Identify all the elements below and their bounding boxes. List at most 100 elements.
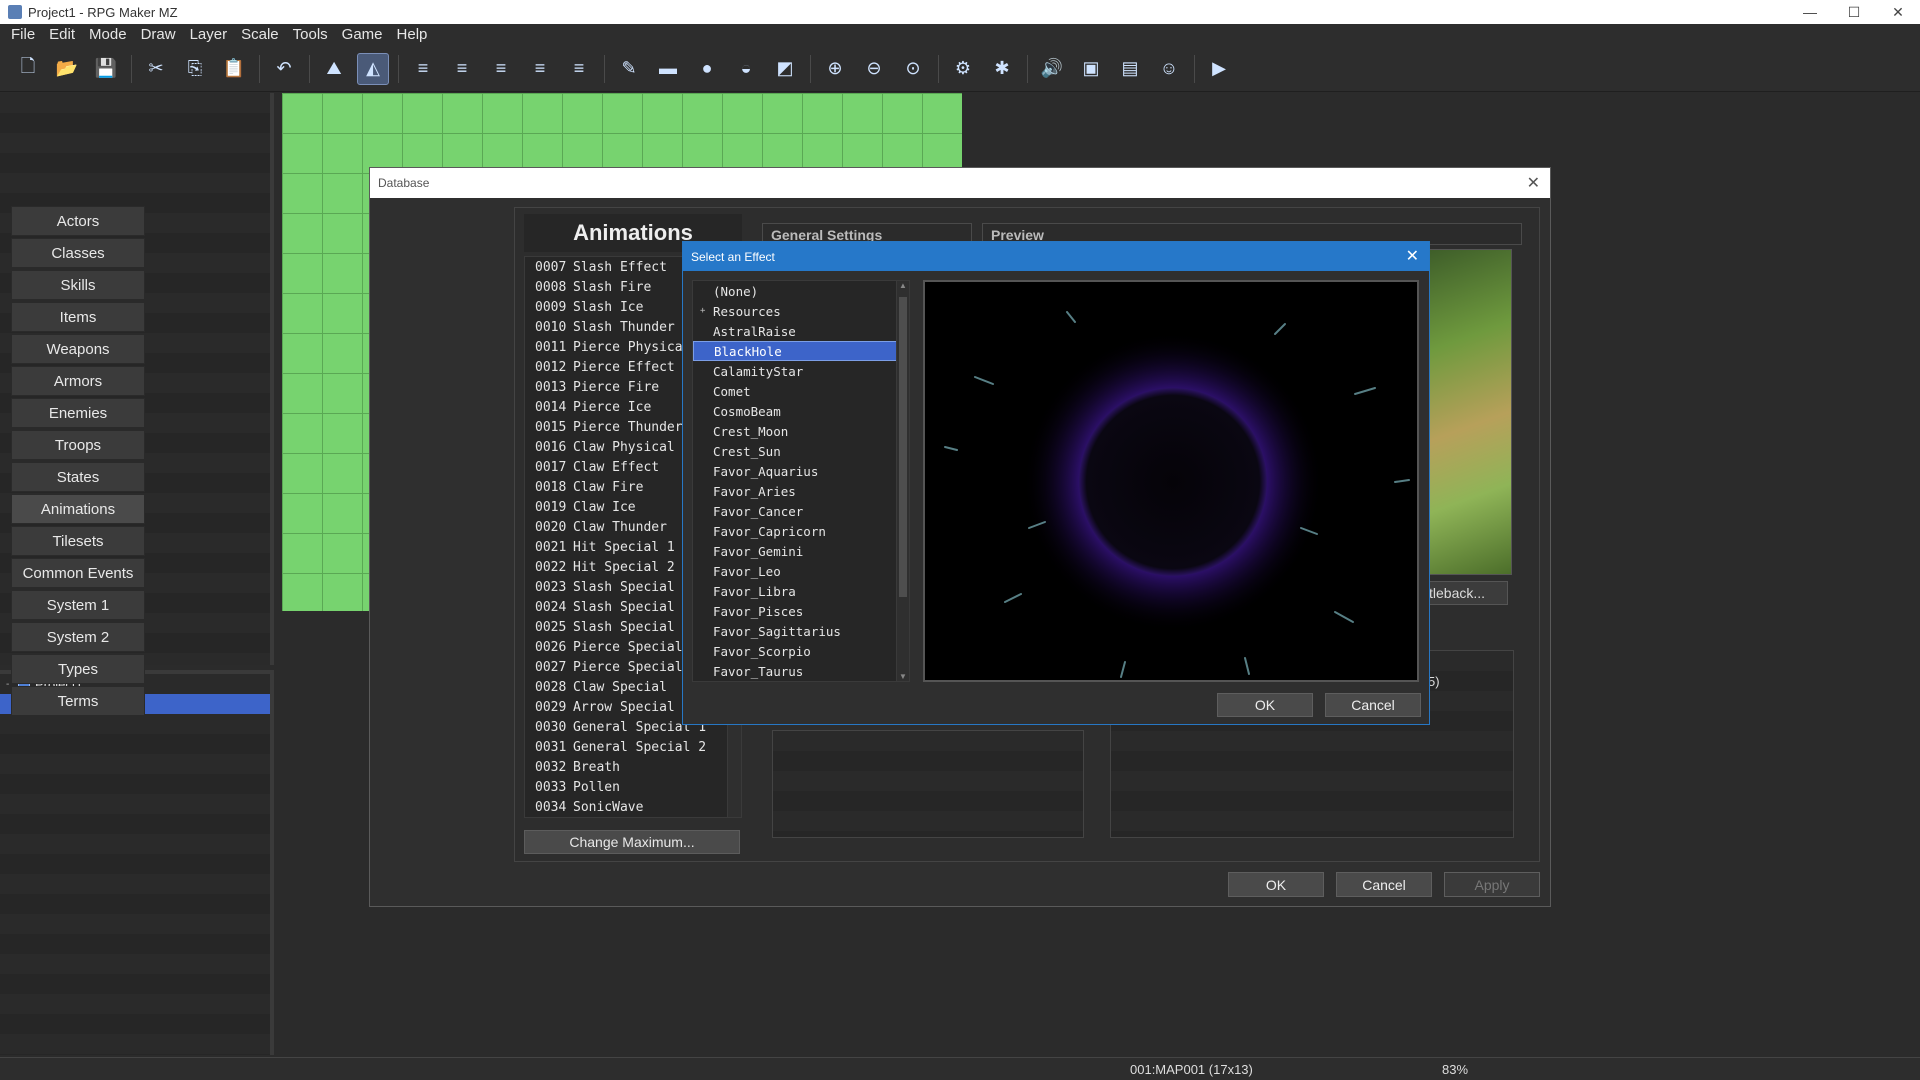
shadow-pen-icon[interactable]: ◩ bbox=[769, 53, 801, 85]
layer-auto-icon[interactable]: ≡ bbox=[563, 53, 595, 85]
list-item[interactable]: 0032 Breath bbox=[525, 757, 741, 777]
minimize-button[interactable]: — bbox=[1788, 0, 1832, 24]
resource-manager-icon[interactable]: ▤ bbox=[1114, 53, 1146, 85]
menu-file[interactable]: File bbox=[4, 24, 42, 46]
effect-list-item[interactable]: Favor_Scorpio bbox=[693, 641, 897, 661]
copy-icon[interactable]: ⎘ bbox=[179, 53, 211, 85]
zoom-in-icon[interactable]: ⊕ bbox=[819, 53, 851, 85]
list-item[interactable]: 0033 Pollen bbox=[525, 777, 741, 797]
menu-mode[interactable]: Mode bbox=[82, 24, 134, 46]
layer-3-icon[interactable]: ≡ bbox=[485, 53, 517, 85]
pencil-icon[interactable]: ✎ bbox=[613, 53, 645, 85]
effect-list-item[interactable]: CalamityStar bbox=[693, 361, 897, 381]
category-enemies[interactable]: Enemies bbox=[11, 398, 145, 428]
character-generator-icon[interactable]: ☺ bbox=[1153, 53, 1185, 85]
category-classes[interactable]: Classes bbox=[11, 238, 145, 268]
effect-cancel-button[interactable]: Cancel bbox=[1325, 693, 1421, 717]
category-troops[interactable]: Troops bbox=[11, 430, 145, 460]
layer-1-icon[interactable]: ≡ bbox=[407, 53, 439, 85]
category-armors[interactable]: Armors bbox=[11, 366, 145, 396]
animation-name: Pierce Thunder bbox=[573, 419, 683, 435]
effect-list-item[interactable]: (None) bbox=[693, 281, 897, 301]
cut-icon[interactable]: ✂ bbox=[140, 53, 172, 85]
effect-list-item[interactable]: Comet bbox=[693, 381, 897, 401]
effect-ok-button[interactable]: OK bbox=[1217, 693, 1313, 717]
effect-list-scrollbar[interactable]: ▲ ▼ bbox=[896, 281, 909, 681]
effect-list-item[interactable]: Favor_Sagittarius bbox=[693, 621, 897, 641]
effect-list-item[interactable]: Crest_Moon bbox=[693, 421, 897, 441]
effect-list-item[interactable]: CosmoBeam bbox=[693, 401, 897, 421]
close-window-button[interactable]: ✕ bbox=[1876, 0, 1920, 24]
plugin-manager-icon[interactable]: ✱ bbox=[986, 53, 1018, 85]
category-actors[interactable]: Actors bbox=[11, 206, 145, 236]
zoom-out-icon[interactable]: ⊖ bbox=[858, 53, 890, 85]
actual-size-icon[interactable]: ⊙ bbox=[897, 53, 929, 85]
paste-icon[interactable]: 📋 bbox=[218, 53, 250, 85]
effect-name: Crest_Sun bbox=[713, 443, 781, 459]
database-close-icon[interactable]: ✕ bbox=[1527, 173, 1540, 193]
effect-list-item[interactable]: Crest_Sun bbox=[693, 441, 897, 461]
category-animations[interactable]: Animations bbox=[11, 494, 145, 524]
effect-list-item[interactable]: Favor_Libra bbox=[693, 581, 897, 601]
scroll-down-icon[interactable]: ▼ bbox=[899, 672, 907, 681]
layer-2-icon[interactable]: ≡ bbox=[446, 53, 478, 85]
event-mode-icon[interactable]: ◭ bbox=[357, 52, 389, 85]
category-skills[interactable]: Skills bbox=[11, 270, 145, 300]
database-cancel-button[interactable]: Cancel bbox=[1336, 872, 1432, 897]
category-items[interactable]: Items bbox=[11, 302, 145, 332]
scroll-up-icon[interactable]: ▲ bbox=[899, 281, 907, 290]
category-states[interactable]: States bbox=[11, 462, 145, 492]
database-icon[interactable]: ⚙ bbox=[947, 53, 979, 85]
category-terms[interactable]: Terms bbox=[11, 686, 145, 716]
select-effect-close-icon[interactable]: ✕ bbox=[1406, 246, 1419, 266]
maximize-button[interactable]: ☐ bbox=[1832, 0, 1876, 24]
effect-list-item[interactable]: AstralRaise bbox=[693, 321, 897, 341]
effect-list-item[interactable]: Favor_Capricorn bbox=[693, 521, 897, 541]
database-apply-button[interactable]: Apply bbox=[1444, 872, 1540, 897]
effect-list[interactable]: (None) + Resources AstralRaise BlackHole Cala… bbox=[692, 280, 910, 682]
expand-icon[interactable]: + bbox=[700, 306, 705, 316]
change-maximum-button[interactable]: Change Maximum... bbox=[524, 830, 740, 854]
effect-list-item[interactable]: BlackHole bbox=[693, 341, 897, 361]
category-types[interactable]: Types bbox=[11, 654, 145, 684]
effect-list-item[interactable]: Favor_Taurus bbox=[693, 661, 897, 681]
effect-list-item[interactable]: Favor_Cancer bbox=[693, 501, 897, 521]
battleback-button[interactable]: tleback... bbox=[1420, 581, 1508, 605]
list-item[interactable]: 0031 General Special 2 bbox=[525, 737, 741, 757]
animation-id: 0019 bbox=[535, 499, 567, 515]
sound-test-icon[interactable]: 🔊 bbox=[1036, 53, 1068, 85]
effect-list-item[interactable]: Favor_Aries bbox=[693, 481, 897, 501]
category-common-events[interactable]: Common Events bbox=[11, 558, 145, 588]
effect-list-item[interactable]: Favor_Pisces bbox=[693, 601, 897, 621]
open-project-icon[interactable]: 📂 bbox=[51, 53, 83, 85]
save-project-icon[interactable]: 💾 bbox=[90, 53, 122, 85]
map-mode-icon[interactable]: ⛰ bbox=[318, 53, 350, 85]
menu-draw[interactable]: Draw bbox=[134, 24, 183, 46]
playtest-icon[interactable]: ▶ bbox=[1203, 53, 1235, 85]
effect-list-item[interactable]: Favor_Aquarius bbox=[693, 461, 897, 481]
menu-edit[interactable]: Edit bbox=[42, 24, 82, 46]
layer-4-icon[interactable]: ≡ bbox=[524, 53, 556, 85]
effect-list-item[interactable]: Favor_Leo bbox=[693, 561, 897, 581]
category-weapons[interactable]: Weapons bbox=[11, 334, 145, 364]
database-ok-button[interactable]: OK bbox=[1228, 872, 1324, 897]
ellipse-icon[interactable]: ● bbox=[691, 53, 723, 85]
rectangle-icon[interactable]: ▬ bbox=[652, 53, 684, 85]
event-searcher-icon[interactable]: ▣ bbox=[1075, 53, 1107, 85]
new-project-icon[interactable]: 🗋 bbox=[12, 53, 44, 85]
list-item[interactable]: 0034 SonicWave bbox=[525, 797, 741, 817]
category-system-1[interactable]: System 1 bbox=[11, 590, 145, 620]
category-system-2[interactable]: System 2 bbox=[11, 622, 145, 652]
timing-list-panel[interactable] bbox=[772, 730, 1084, 838]
menu-game[interactable]: Game bbox=[335, 24, 390, 46]
menu-layer[interactable]: Layer bbox=[183, 24, 235, 46]
effect-list-item[interactable]: Favor_Gemini bbox=[693, 541, 897, 561]
menu-scale[interactable]: Scale bbox=[234, 24, 286, 46]
menu-tools[interactable]: Tools bbox=[286, 24, 335, 46]
undo-icon[interactable]: ↶ bbox=[268, 53, 300, 85]
menu-help[interactable]: Help bbox=[390, 24, 435, 46]
effect-list-item[interactable]: + Resources bbox=[693, 301, 897, 321]
category-tilesets[interactable]: Tilesets bbox=[11, 526, 145, 556]
scroll-thumb[interactable] bbox=[899, 297, 907, 597]
fill-icon[interactable]: ◒ bbox=[730, 53, 762, 85]
